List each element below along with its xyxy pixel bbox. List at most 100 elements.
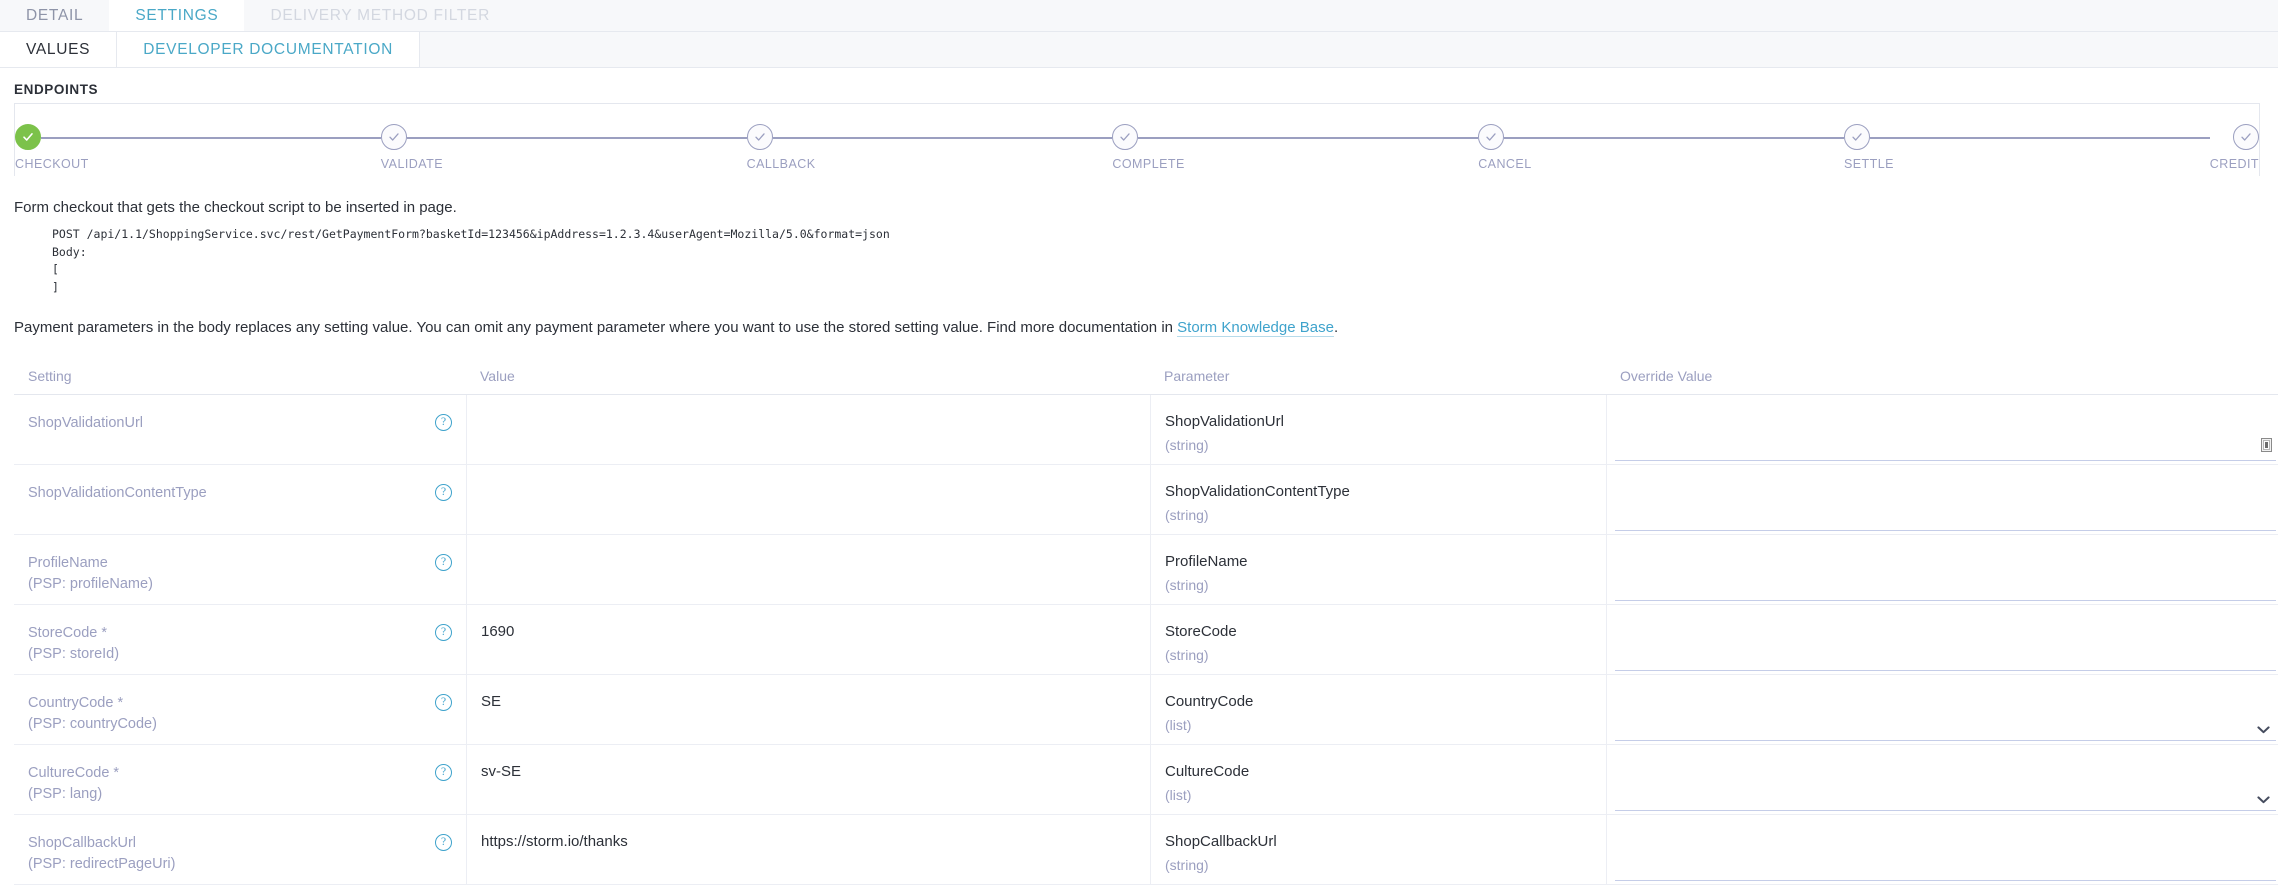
setting-value: sv-SE [466,745,1150,815]
stepper-circle-cancel[interactable] [1478,124,1505,150]
override-field[interactable] [1615,845,2276,882]
doc-note-suffix: . [1333,319,1339,337]
cell-parameter: ShopValidationUrl (string) [1150,394,1606,466]
doc-note-text: Payment parameters in the body replaces … [14,296,2260,338]
help-icon[interactable]: ? [435,694,452,712]
primary-tab-delivery-method-filter: DELIVERY METHOD FILTER [270,6,490,24]
stepper-step-credit[interactable]: CREDIT [2209,124,2260,176]
help-icon[interactable]: ? [435,624,452,642]
primary-tab-bar: DETAIL SETTINGS DELIVERY METHOD FILTER [0,0,2278,32]
setting-name: CountryCode * [28,695,124,712]
stepper-step-checkout[interactable]: CHECKOUT [15,124,381,176]
override-field[interactable] [1615,635,2276,672]
stepper-circle-checkout[interactable] [15,124,41,150]
secondary-tab-values[interactable]: VALUES [0,32,118,67]
parameter-name: CultureCode [1165,763,1250,781]
stepper-label-credit: CREDIT [2209,157,2260,171]
stepper-label-cancel: CANCEL [1478,157,1532,171]
override-cell-inner [1606,605,2278,675]
help-icon[interactable]: ? [435,834,452,852]
cell-setting: StoreCode * (PSP: storeId)? [14,604,466,676]
setting-value [466,535,1150,605]
stepper-step-complete[interactable]: COMPLETE [1112,124,1479,176]
cell-value: sv-SE [466,744,1150,816]
cell-value: 1690 [466,604,1150,676]
override-value-input[interactable] [1615,720,2276,741]
stepper-label-callback: CALLBACK [746,157,816,171]
cell-value: SE [466,674,1150,746]
table-header-row: Setting Value Parameter Override Value [14,358,2278,396]
setting-cell-inner: CultureCode * (PSP: lang)? [14,745,466,814]
setting-value [466,465,1150,535]
override-value-input[interactable] [1615,510,2276,531]
parameter-name: StoreCode [1165,623,1237,641]
stepper-label-validate: VALIDATE [380,157,443,171]
cell-override-value [1606,394,2278,466]
chevron-down-icon[interactable] [2257,726,2270,734]
setting-psp-name: (PSP: storeId) [28,646,120,663]
parameter-type: (list) [1165,716,1192,733]
secondary-tab-bar: VALUES DEVELOPER DOCUMENTATION [0,32,2278,68]
stepper-circle-settle[interactable] [1843,124,1870,150]
storm-knowledge-base-link[interactable]: Storm Knowledge Base [1177,319,1334,338]
parameter-cell-inner: ShopValidationUrl (string) [1150,395,1606,465]
override-field[interactable] [1615,775,2276,812]
setting-psp-name: (PSP: redirectPageUri) [28,856,176,873]
setting-cell-inner: CountryCode * (PSP: countryCode)? [14,675,466,744]
cell-setting: ShopCallbackUrl (PSP: redirectPageUri)? [14,814,466,885]
override-field[interactable] [1615,565,2276,602]
chevron-down-icon[interactable] [2257,796,2270,804]
cell-parameter: ShopValidationContentType (string) [1150,464,1606,536]
setting-value: https://storm.io/thanks [466,815,1150,885]
override-value-input[interactable] [1615,860,2276,881]
page-content: ENDPOINTS CHECKOUT VALIDATE CALLBACK COMPLE… [0,68,2278,885]
parameter-cell-inner: ProfileName (string) [1150,535,1606,605]
override-cell-inner [1606,465,2278,535]
cell-value [466,394,1150,466]
primary-tab-detail[interactable]: DETAIL [0,0,109,31]
table-row: CultureCode * (PSP: lang)? sv-SE CultureCod… [14,744,2278,816]
cell-override-value [1606,464,2278,536]
override-value-input[interactable] [1615,650,2276,671]
stepper-step-settle[interactable]: SETTLE [1843,124,2210,176]
override-value-input[interactable] [1615,440,2276,461]
cell-parameter: CultureCode (list) [1150,744,1606,816]
parameter-cell-inner: CultureCode (list) [1150,745,1606,815]
override-value-input[interactable] [1615,790,2276,811]
help-icon[interactable]: ? [435,764,452,782]
stepper-circle-validate[interactable] [380,124,407,150]
cell-value [466,464,1150,536]
help-icon[interactable]: ? [435,414,452,432]
stepper-step-cancel[interactable]: CANCEL [1478,124,1844,176]
settings-table-head: Setting Value Parameter Override Value [14,358,2278,396]
parameter-type: (string) [1165,436,1209,453]
parameter-cell-inner: ShopValidationContentType (string) [1150,465,1606,535]
override-field[interactable] [1615,425,2276,462]
stepper-circle-complete[interactable] [1112,124,1139,150]
cell-value [466,534,1150,606]
help-icon[interactable]: ? [435,484,452,502]
cell-override-value [1606,534,2278,606]
setting-name: StoreCode * [28,625,107,642]
stepper-circle-callback[interactable] [746,124,773,150]
override-field[interactable] [1615,705,2276,742]
primary-tab-settings[interactable]: SETTINGS [109,0,245,31]
check-icon [1852,133,1862,141]
stepper-step-validate[interactable]: VALIDATE [380,124,747,176]
override-field[interactable] [1615,495,2276,532]
parameter-type: (string) [1165,646,1209,663]
resize-handle-icon[interactable] [2261,438,2272,453]
secondary-tab-developer-documentation[interactable]: DEVELOPER DOCUMENTATION [117,32,420,67]
help-icon[interactable]: ? [435,554,452,572]
stepper-connector-line [1504,137,1844,139]
setting-name: ProfileName [28,555,108,572]
override-value-input[interactable] [1615,580,2276,601]
parameter-name: ShopCallbackUrl [1165,833,1277,851]
stepper-circle-credit[interactable] [2233,124,2260,150]
cell-setting: ProfileName (PSP: profileName)? [14,534,466,606]
table-row: ProfileName (PSP: profileName)? ProfileNam… [14,534,2278,606]
setting-cell-inner: StoreCode * (PSP: storeId)? [14,605,466,674]
column-header-override-value: Override Value [1606,358,2278,396]
cell-parameter: StoreCode (string) [1150,604,1606,676]
stepper-step-callback[interactable]: CALLBACK [746,124,1113,176]
